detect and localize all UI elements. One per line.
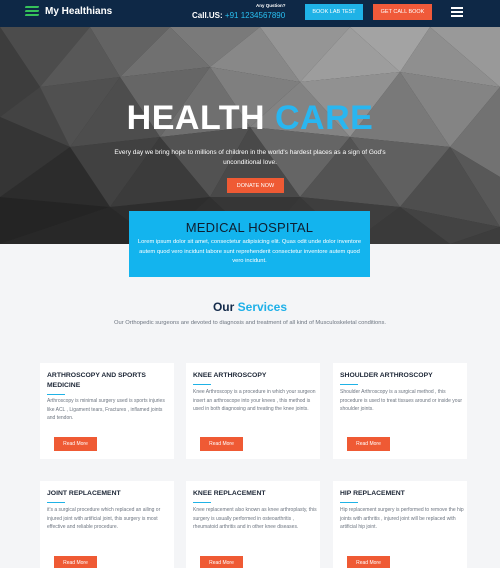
read-more-button[interactable]: Read More xyxy=(54,556,97,568)
call-label: Call.US: xyxy=(192,11,223,20)
read-more-button[interactable]: Read More xyxy=(347,556,390,568)
medical-hospital-title: MEDICAL HOSPITAL xyxy=(185,220,314,235)
book-lab-test-button[interactable]: BOOK LAB TEST xyxy=(305,4,363,20)
read-more-button[interactable]: Read More xyxy=(347,437,390,451)
service-card-title: KNEE ARTHROSCOPY xyxy=(193,372,267,379)
logo-icon xyxy=(24,5,41,17)
logo-text: My Healthians xyxy=(45,5,113,17)
service-card-title: SHOULDER ARTHROSCOPY xyxy=(340,372,433,379)
logo[interactable]: My Healthians xyxy=(24,5,113,17)
hamburger-menu-icon[interactable] xyxy=(451,7,463,17)
hero-title: HEALTH CARE xyxy=(0,99,500,138)
any-question-label: Any Qustion? xyxy=(256,3,286,8)
service-card-title: KNEE REPLACEMENT xyxy=(193,490,266,497)
services-subtitle: Our Orthopedic surgeons are devoted to d… xyxy=(114,320,386,326)
service-card-text: Knee Arthroscopy is a procedure in which… xyxy=(193,389,316,413)
service-card-text: Shoulder Arthroscopy is a surgical metho… xyxy=(340,389,463,413)
call-number[interactable]: +91 1234567890 xyxy=(225,11,285,20)
services-heading-plain: Our xyxy=(212,300,235,314)
hero-title-white: HEALTH xyxy=(126,99,266,137)
service-card-arthroscopy-sports: ARTHROSCOPY AND SPORTS MEDICINE Arthrosc… xyxy=(40,363,174,459)
service-card-knee-arthroscopy: KNEE ARTHROSCOPY Knee Arthroscopy is a p… xyxy=(186,363,320,459)
top-navbar: My Healthians Any Qustion? Call.US: +91 … xyxy=(0,0,500,27)
service-card-shoulder-arthroscopy: SHOULDER ARTHROSCOPY Shoulder Arthroscop… xyxy=(333,363,467,459)
get-call-book-button[interactable]: GET CALL BOOK xyxy=(373,4,432,20)
call-us: Call.US: +91 1234567890 xyxy=(192,11,285,20)
medical-hospital-box: MEDICAL HOSPITAL Lorem ipsum dolor sit a… xyxy=(129,211,370,277)
service-card-joint-replacement: JOINT REPLACEMENT it's a surgical proced… xyxy=(40,481,174,568)
title-underline xyxy=(47,502,65,503)
services-heading: Our Services xyxy=(0,300,500,314)
service-card-text: it's a surgical procedure which replaced… xyxy=(47,507,161,531)
title-underline xyxy=(193,502,211,503)
service-card-title: JOINT REPLACEMENT xyxy=(47,490,121,497)
service-card-text: Hip replacement surgery is performed to … xyxy=(340,507,464,531)
service-card-hip-replacement: HIP REPLACEMENT Hip replacement surgery … xyxy=(333,481,467,568)
title-underline xyxy=(193,384,211,385)
medical-hospital-text: Lorem ipsum dolor sit amet, consectetur … xyxy=(137,239,362,264)
title-underline xyxy=(340,384,358,385)
read-more-button[interactable]: Read More xyxy=(200,556,243,568)
title-underline xyxy=(47,394,65,395)
read-more-button[interactable]: Read More xyxy=(54,437,97,451)
donate-now-button[interactable]: DONATE NOW xyxy=(227,178,284,193)
service-card-text: Arthroscopy is minimal surgery used is s… xyxy=(47,398,165,422)
hero-title-blue: CARE xyxy=(274,99,374,137)
title-underline xyxy=(340,502,358,503)
service-card-text: Knee replacement also known as knee arth… xyxy=(193,507,317,531)
service-card-title: ARTHROSCOPY AND SPORTS MEDICINE xyxy=(47,372,146,389)
read-more-button[interactable]: Read More xyxy=(200,437,243,451)
service-card-knee-replacement: KNEE REPLACEMENT Knee replacement also k… xyxy=(186,481,320,568)
services-heading-highlight: Services xyxy=(237,300,288,314)
hero-subtitle: Every day we bring hope to millions of c… xyxy=(114,149,386,166)
service-card-title: HIP REPLACEMENT xyxy=(340,490,405,497)
